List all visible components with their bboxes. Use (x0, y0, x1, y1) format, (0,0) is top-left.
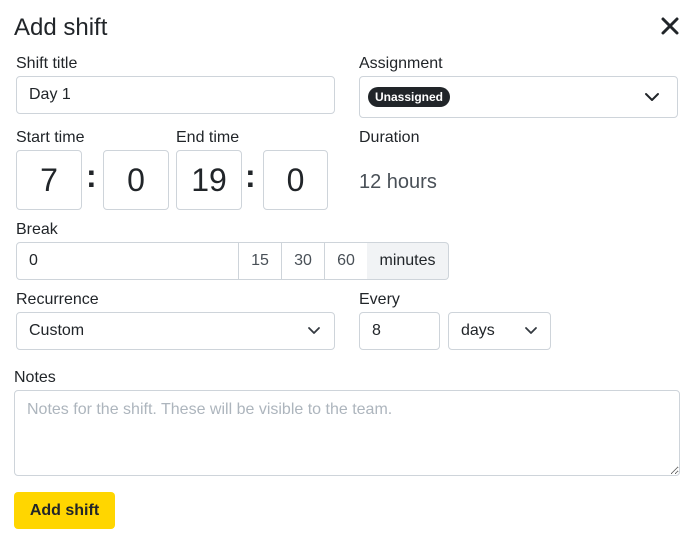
break-input[interactable]: 0 (16, 242, 239, 280)
break-label: Break (16, 221, 58, 238)
break-preset-30-button[interactable]: 30 (281, 242, 325, 280)
duration-label: Duration (359, 129, 420, 146)
start-time-label: Start time (16, 129, 85, 146)
break-preset-60-button[interactable]: 60 (324, 242, 368, 280)
assignment-label: Assignment (359, 55, 443, 72)
every-input[interactable]: 8 (359, 312, 440, 350)
start-time-separator: : (86, 158, 97, 194)
shift-title-value: Day 1 (29, 86, 71, 103)
break-value: 0 (29, 252, 38, 269)
notes-textarea[interactable] (14, 390, 680, 476)
start-minute-input[interactable]: 0 (103, 150, 169, 210)
recurrence-value: Custom (29, 322, 85, 339)
chevron-down-icon (525, 327, 537, 334)
end-minute-input[interactable]: 0 (263, 150, 328, 210)
end-hour-input[interactable]: 19 (176, 150, 242, 210)
every-value: 8 (372, 322, 381, 339)
close-button[interactable] (658, 14, 682, 38)
shift-title-input[interactable]: Day 1 (16, 76, 335, 114)
recurrence-label: Recurrence (16, 291, 99, 308)
chevron-down-icon (645, 93, 659, 101)
every-unit-value: days (461, 322, 495, 339)
shift-title-label: Shift title (16, 55, 78, 72)
break-preset-15-button[interactable]: 15 (238, 242, 282, 280)
recurrence-select[interactable]: Custom (16, 312, 335, 350)
notes-label: Notes (14, 369, 56, 386)
close-icon (661, 17, 679, 35)
every-unit-select[interactable]: days (448, 312, 551, 350)
chevron-down-icon (308, 327, 320, 334)
add-shift-button[interactable]: Add shift (14, 492, 115, 529)
duration-value: 12 hours (359, 171, 437, 193)
end-time-separator: : (245, 158, 256, 194)
break-unit-label: minutes (367, 242, 449, 280)
assignment-badge: Unassigned (368, 87, 451, 107)
dialog-title: Add shift (14, 14, 108, 41)
end-time-label: End time (176, 129, 240, 146)
every-label: Every (359, 291, 400, 308)
assignment-select[interactable]: Unassigned (359, 76, 678, 118)
start-hour-input[interactable]: 7 (16, 150, 82, 210)
